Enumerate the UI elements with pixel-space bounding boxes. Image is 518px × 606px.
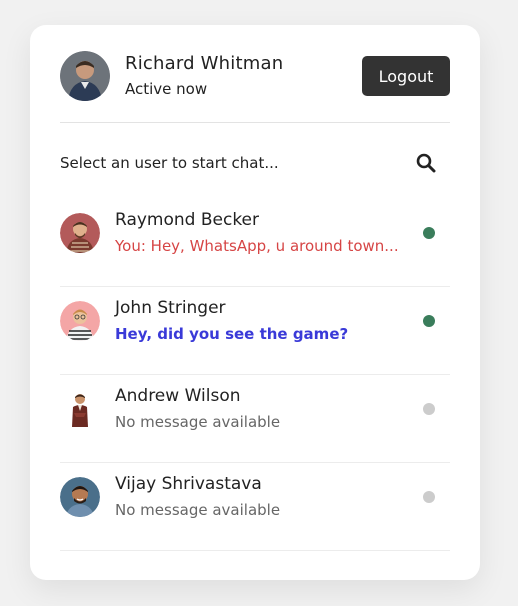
user-item-andrew-wilson[interactable]: Andrew Wilson No message available [60,375,450,463]
user-item-john-stringer[interactable]: John Stringer Hey, did you see the game? [60,287,450,375]
avatar [60,301,100,341]
avatar [60,477,100,517]
search-icon[interactable] [416,153,436,173]
last-message: No message available [115,413,281,431]
logout-button[interactable]: Logout [362,56,450,96]
avatar [60,213,100,253]
last-message: Hey, did you see the game? [115,325,349,343]
search-bar: Select an user to start chat... [60,123,450,199]
current-user-status: Active now [125,80,208,98]
user-name: Raymond Becker [115,210,260,230]
search-prompt: Select an user to start chat... [60,154,279,172]
chat-panel: Richard Whitman Active now Logout Select… [30,25,480,580]
user-item-vijay-shrivastava[interactable]: Vijay Shrivastava No message available [60,463,450,551]
online-status-dot [423,315,435,327]
user-name: Andrew Wilson [115,386,241,406]
profile-header: Richard Whitman Active now Logout [60,25,450,123]
last-message: No message available [115,501,281,519]
online-status-dot [423,227,435,239]
offline-status-dot [423,403,435,415]
offline-status-dot [423,491,435,503]
current-user-name: Richard Whitman [125,53,284,74]
user-item-raymond-becker[interactable]: Raymond Becker You: Hey, WhatsApp, u aro… [60,199,450,287]
avatar [60,51,110,101]
user-name: Vijay Shrivastava [115,474,262,494]
user-name: John Stringer [115,298,226,318]
users-list: Raymond Becker You: Hey, WhatsApp, u aro… [60,199,450,551]
last-message: You: Hey, WhatsApp, u around town... [115,237,399,255]
avatar [60,389,100,429]
